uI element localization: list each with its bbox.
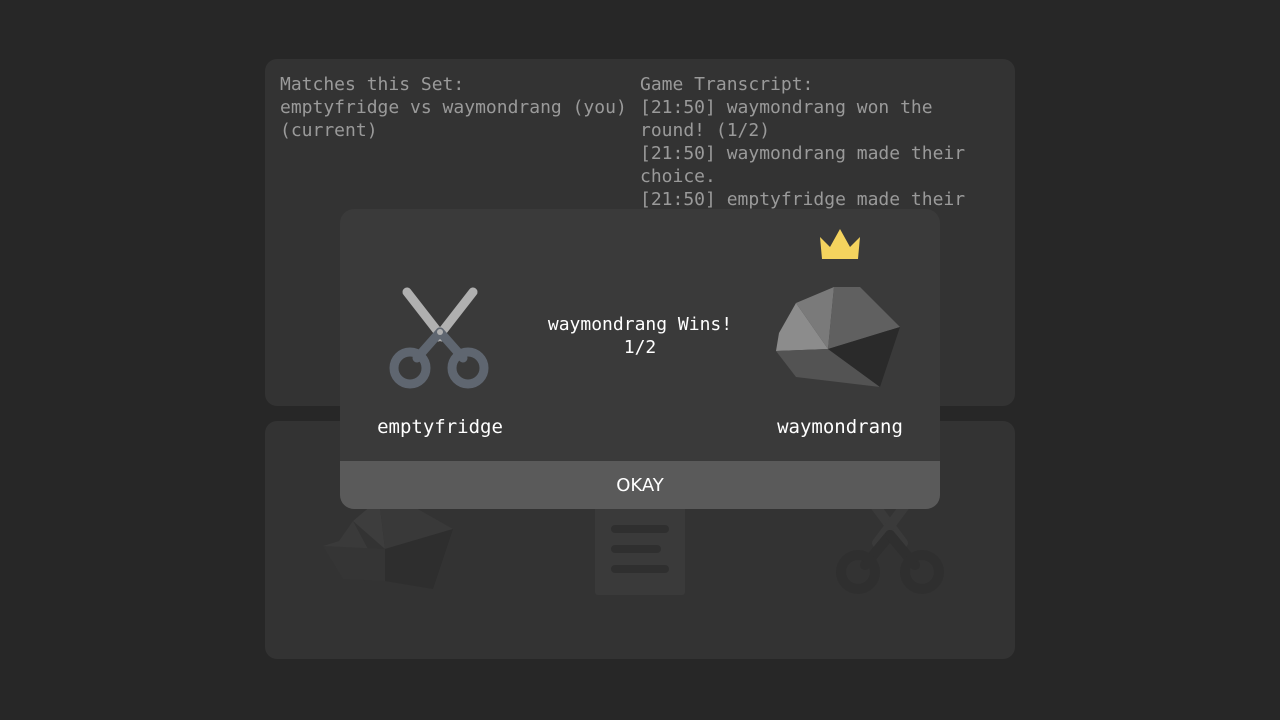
scissors-choice-button[interactable] [835, 490, 945, 599]
player-left: emptyfridge [340, 209, 540, 461]
match-entry[interactable]: emptyfridge vs waymondrang (you) [280, 96, 627, 119]
player-right: waymondrang [740, 209, 940, 461]
matches-section: Matches this Set: emptyfridge vs waymondr… [280, 73, 627, 142]
paper-choice-button[interactable] [595, 503, 685, 599]
match-status: (current) [280, 120, 378, 141]
paper-icon [595, 503, 685, 595]
okay-button[interactable]: OKAY [340, 461, 940, 509]
round-result-dialog: emptyfridge waymondrang Wins! 1/2 waymon… [340, 209, 940, 509]
scissors-icon [836, 490, 944, 594]
transcript-line: [21:50] waymondrang made their [640, 143, 966, 164]
result-line: waymondrang Wins! [547, 314, 733, 335]
crown-icon [820, 229, 860, 259]
transcript-line: choice. [640, 166, 716, 187]
right-player-name: waymondrang [777, 416, 903, 438]
transcript-line: [21:50] emptyfridge made their [640, 189, 966, 210]
rock-icon [776, 283, 904, 395]
transcript-line: round! (1/2) [640, 120, 771, 141]
transcript-heading: Game Transcript: [640, 74, 814, 95]
transcript-line: [21:50] waymondrang won the [640, 97, 933, 118]
round-result: waymondrang Wins! 1/2 [540, 313, 740, 359]
left-player-name: emptyfridge [377, 416, 503, 438]
game-transcript: Game Transcript: [21:50] waymondrang won … [640, 73, 965, 211]
matches-heading: Matches this Set: [280, 74, 465, 95]
round-score: 1/2 [623, 337, 657, 358]
scissors-icon [388, 285, 492, 393]
